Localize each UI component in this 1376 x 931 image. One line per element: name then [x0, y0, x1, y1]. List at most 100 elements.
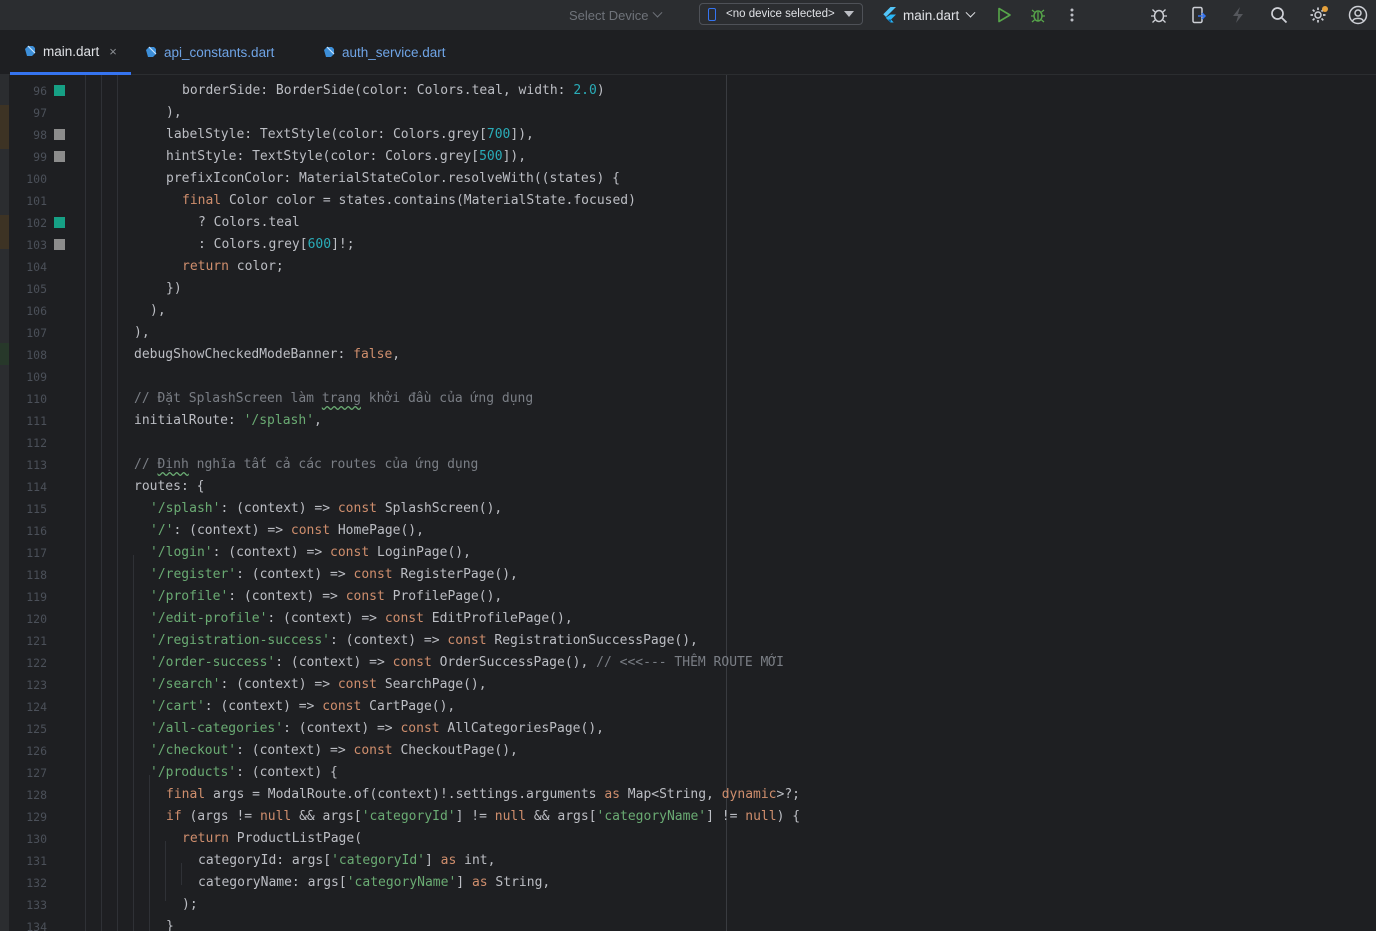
code-token: , [392, 347, 401, 362]
code-line: prefixIconColor: MaterialStateColor.reso… [166, 168, 620, 190]
code-token: && args[ [291, 809, 362, 824]
code-line: routes: { [134, 476, 204, 498]
code-token: ProfilePage(), [384, 589, 503, 604]
device-dropdown-label: <no device selected> [726, 8, 835, 20]
tab-auth-service-dart[interactable]: auth_service.dart [323, 30, 446, 74]
code-token: : (context) => [220, 677, 338, 692]
code-token: const [353, 743, 393, 758]
code-token: color; [228, 259, 284, 274]
code-editor[interactable]: 96 97 98 99 100 101 102 103 104 105 106 107 108 109 11… [0, 75, 1376, 931]
code-token: '/search' [150, 677, 221, 692]
code-token: args = ModalRoute.of(context)!.settings.… [205, 787, 605, 802]
code-token: : (context) => [220, 501, 338, 516]
code-token: 'categoryId' [331, 853, 425, 868]
code-token: ]!; [331, 237, 355, 252]
code-token: EditProfilePage(), [423, 611, 573, 626]
code-token: RegisterPage(), [392, 567, 518, 582]
code-token: ProductListPage( [228, 831, 363, 846]
device-manager-button[interactable] [1188, 5, 1208, 25]
code-token: : (context) => [204, 699, 323, 714]
code-line: '/order-success': (context) => const Ord… [150, 652, 784, 674]
code-token: '/edit-profile' [150, 611, 268, 626]
editor-tab-bar: main.dart × api_constants.dart auth_serv… [0, 30, 1376, 75]
device-manager-icon [1192, 6, 1207, 24]
more-actions-button[interactable] [1062, 5, 1082, 25]
code-token: '/register' [150, 567, 237, 582]
chevron-down-icon [653, 7, 663, 18]
code-line: '/edit-profile': (context) => const Edit… [150, 608, 573, 630]
code-token: null [745, 809, 777, 824]
indent-guide [85, 75, 86, 931]
user-icon [1348, 5, 1368, 25]
code-token: 600 [307, 237, 332, 252]
code-token: 500 [479, 149, 503, 164]
code-token: : Colors.grey[ [198, 237, 308, 252]
code-token: const [330, 545, 370, 560]
code-token: categoryId: args[ [198, 853, 332, 868]
code-area[interactable]: borderSide: BorderSide(color: Colors.tea… [0, 75, 1376, 931]
code-token: // <<<--- THÊM ROUTE MỚI [596, 655, 784, 670]
code-token: return [182, 259, 229, 274]
bug-icon [1031, 9, 1045, 23]
code-token: : (context) => [212, 545, 331, 560]
code-token: : (context) => [275, 655, 393, 670]
tab-main-dart[interactable]: main.dart × [10, 30, 131, 75]
code-token: 700 [486, 127, 511, 142]
code-line: hintStyle: TextStyle(color: Colors.grey[… [166, 146, 526, 168]
code-token: HomePage(), [330, 523, 424, 538]
indent-guide [133, 555, 134, 931]
code-line: '/': (context) => const HomePage(), [150, 520, 424, 542]
indent-guide [117, 75, 118, 931]
code-token: }) [166, 281, 182, 296]
code-token: , [314, 413, 322, 428]
code-token: // [134, 457, 158, 472]
code-line: ); [182, 894, 198, 916]
code-token: const [400, 721, 440, 736]
code-token: ); [182, 897, 198, 912]
run-configuration-dropdown[interactable]: main.dart [882, 0, 976, 30]
code-token: OrderSuccessPage(), [431, 655, 597, 670]
dropdown-arrow-icon [843, 11, 854, 17]
select-device-button[interactable]: Select Device [569, 0, 663, 30]
settings-button[interactable] [1309, 5, 1329, 25]
code-token: RegistrationSuccessPage(), [486, 633, 698, 648]
tab-api-constants-dart[interactable]: api_constants.dart [145, 30, 274, 74]
main-toolbar: Select Device <no device selected> main.… [0, 0, 1376, 30]
code-token: '/registration-success' [150, 633, 331, 648]
code-line: '/checkout': (context) => const Checkout… [150, 740, 518, 762]
code-token: null [494, 809, 527, 824]
run-button[interactable] [994, 5, 1014, 25]
code-token: CartPage(), [361, 699, 456, 714]
attach-debugger-button[interactable] [1149, 5, 1169, 25]
code-token: ), [134, 325, 150, 340]
device-dropdown[interactable]: <no device selected> [699, 3, 863, 25]
hot-reload-button[interactable] [1228, 5, 1248, 25]
search-everywhere-button[interactable] [1269, 5, 1289, 25]
code-token: nghĩa tất cả các routes của ứng dụng [188, 457, 479, 472]
indent-guide [165, 841, 166, 901]
code-token: ) [596, 83, 605, 98]
code-token: '/order-success' [150, 655, 276, 670]
code-line: '/login': (context) => const LoginPage()… [150, 542, 471, 564]
select-device-label: Select Device [569, 7, 649, 23]
account-button[interactable] [1348, 5, 1368, 25]
code-token: >?; [776, 787, 800, 802]
dart-file-icon [146, 46, 157, 57]
close-tab-icon[interactable]: × [109, 44, 117, 59]
code-token: ), [166, 105, 182, 120]
code-token: (args != [181, 809, 260, 824]
code-token: false [353, 347, 393, 362]
code-line: ), [166, 102, 182, 124]
tab-label: auth_service.dart [342, 44, 446, 60]
code-token: const [322, 699, 362, 714]
code-token: '/login' [150, 545, 213, 560]
lightning-icon [1233, 7, 1243, 23]
code-token: final [166, 787, 206, 802]
code-token: const [290, 523, 331, 538]
code-token: : (context) => [173, 523, 291, 538]
code-token: int, [456, 853, 496, 868]
code-token: ]), [510, 127, 534, 142]
search-icon [1271, 7, 1288, 24]
debug-button[interactable] [1028, 5, 1048, 25]
flutter-icon [883, 7, 896, 23]
